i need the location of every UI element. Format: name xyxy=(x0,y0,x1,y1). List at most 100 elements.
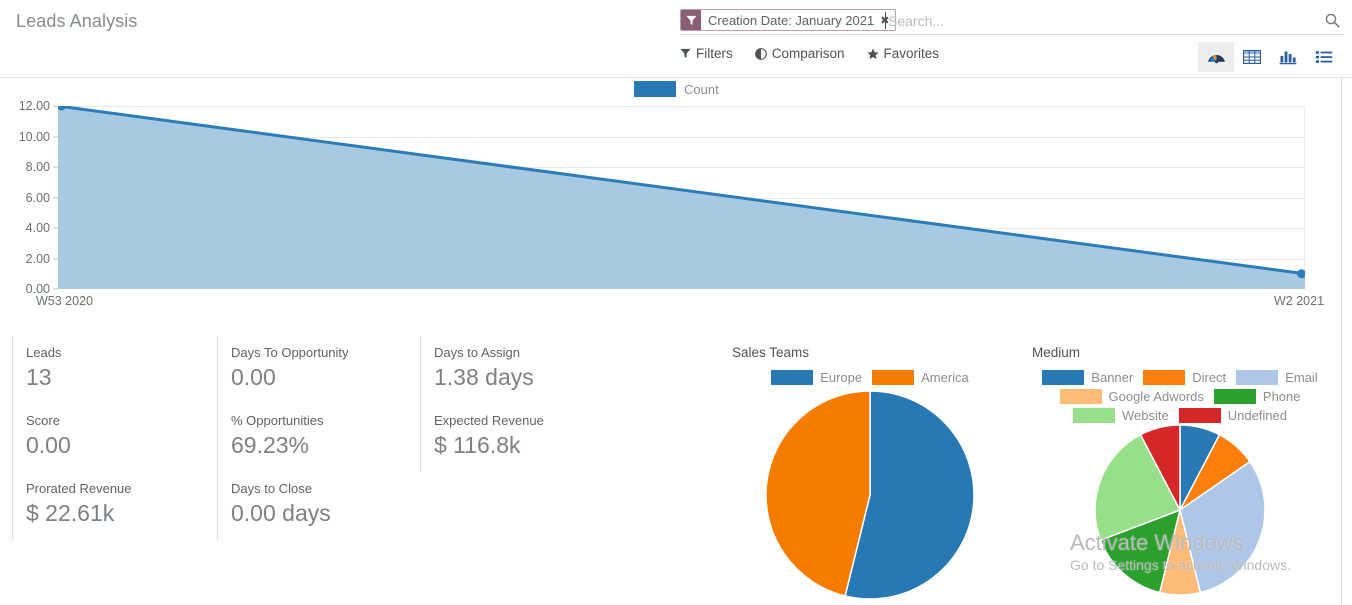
kpi-tile-value: 69.23% xyxy=(231,432,310,458)
kpi-tile[interactable]: Prorated Revenue $ 22.61k xyxy=(12,472,217,540)
legend-label-count[interactable]: Count xyxy=(684,82,719,97)
gauge-icon xyxy=(1207,48,1226,67)
legend-label: Phone xyxy=(1262,389,1301,404)
search-facet-label: Creation Date: January 2021 xyxy=(708,12,875,28)
legend-label: Google Adwords xyxy=(1108,389,1204,404)
y-axis-tick-label: 6.00 xyxy=(25,190,50,205)
kpi-tile-value: 0.00 days xyxy=(231,500,331,526)
view-button-dashboard[interactable] xyxy=(1198,42,1234,72)
area-series-count[interactable] xyxy=(58,106,1305,289)
legend-label: America xyxy=(921,370,969,385)
comparison-dropdown-button[interactable]: Comparison xyxy=(754,46,845,61)
legend-label: Europe xyxy=(820,370,863,385)
legend-item[interactable]: Europe xyxy=(771,370,862,385)
legend-label: Website xyxy=(1121,408,1169,423)
filters-label: Filters xyxy=(696,46,733,61)
medium-pie-panel: Medium Banner Direct Email Google Adwords Ph… xyxy=(1020,336,1340,605)
kpi-tile-value: $ 116.8k xyxy=(434,432,521,458)
kpi-tile-grid: Leads 13 Days To Opportunity 0.00 Days to As… xyxy=(12,336,712,540)
kpi-tile[interactable]: Days To Opportunity 0.00 xyxy=(217,336,420,404)
view-button-pivot[interactable] xyxy=(1234,42,1270,72)
kpi-tile[interactable]: Days to Close 0.00 days xyxy=(217,472,420,540)
kpi-tile-label: Days to Assign xyxy=(434,345,520,360)
search-facet-creation-date[interactable]: Creation Date: January 2021 ✖ xyxy=(680,9,897,31)
search-view[interactable]: Creation Date: January 2021 ✖ xyxy=(680,8,1344,35)
legend-item[interactable]: America xyxy=(872,370,969,385)
view-button-graph[interactable] xyxy=(1270,42,1306,72)
legend-swatch-count[interactable] xyxy=(634,81,676,97)
kpi-tile-value: 13 xyxy=(26,364,52,390)
legend-swatch xyxy=(1143,370,1186,385)
sales-teams-pie-chart[interactable] xyxy=(760,385,980,605)
kpi-tile-value: 0.00 xyxy=(231,364,276,390)
table-icon xyxy=(1243,49,1261,65)
legend-item[interactable]: Direct xyxy=(1143,370,1226,385)
legend-label: Undefined xyxy=(1227,408,1287,423)
kpi-tile-row: Leads 13 Days To Opportunity 0.00 Days to As… xyxy=(12,336,712,404)
legend-item[interactable]: Banner xyxy=(1042,370,1133,385)
view-button-list[interactable] xyxy=(1306,42,1342,72)
favorites-label: Favorites xyxy=(883,46,940,61)
leads-analysis-dashboard: Leads Analysis Creation Date: January 20… xyxy=(0,0,1352,605)
kpi-tile-label xyxy=(433,472,660,481)
legend-item[interactable]: Email xyxy=(1236,370,1318,385)
filter-icon xyxy=(681,10,701,30)
kpi-tile[interactable]: Score 0.00 xyxy=(12,404,217,472)
favorites-dropdown-button[interactable]: Favorites xyxy=(866,46,940,61)
kpi-tile-label: Prorated Revenue xyxy=(26,481,132,496)
kpi-tile-label: Leads xyxy=(26,345,62,360)
legend-swatch xyxy=(1042,370,1085,385)
search-dropdown-toggles: Filters Comparison Favorites xyxy=(680,46,939,61)
sales-teams-pie-panel: Sales Teams Europe America xyxy=(720,336,1020,605)
kpi-tile-row: Score 0.00 % Opportunities 69.23% Expected R… xyxy=(12,404,712,472)
legend-swatch xyxy=(771,370,814,385)
view-switcher xyxy=(1198,42,1342,72)
legend-swatch xyxy=(1178,408,1221,423)
y-axis-labels: 0.00 2.00 4.00 6.00 8.00 10.00 12.00 xyxy=(0,99,58,296)
kpi-tile-value: 0.00 xyxy=(26,432,71,458)
plot-area[interactable] xyxy=(58,106,1305,289)
medium-title: Medium xyxy=(1032,345,1081,360)
star-icon xyxy=(866,48,879,60)
y-axis-tick-label: 12.00 xyxy=(18,99,50,113)
kpi-tile-value xyxy=(433,481,660,485)
medium-pie-chart[interactable] xyxy=(1093,423,1267,597)
search-input[interactable] xyxy=(886,10,1326,31)
filters-dropdown-button[interactable]: Filters xyxy=(680,46,733,61)
area-fill xyxy=(58,106,1305,289)
kpi-tile-row: Prorated Revenue $ 22.61k Days to Close 0.0… xyxy=(12,472,712,540)
half-circle-icon xyxy=(754,47,767,60)
sales-teams-legend: Europe America xyxy=(720,360,1020,385)
legend-swatch xyxy=(1072,408,1115,423)
kpi-tile-label: % Opportunities xyxy=(231,413,324,428)
legend-label: Email xyxy=(1285,370,1318,385)
legend-swatch xyxy=(1236,370,1279,385)
search-options-bar: Filters Comparison Favorites xyxy=(0,42,1352,76)
legend-item[interactable]: Google Adwords xyxy=(1059,389,1204,404)
y-axis-tick-label: 10.00 xyxy=(18,129,50,144)
legend-swatch xyxy=(872,370,915,385)
x-axis-tick-label: W2 2021 xyxy=(1274,294,1325,308)
page-title: Leads Analysis xyxy=(16,11,138,31)
kpi-tile[interactable]: Leads 13 xyxy=(12,336,217,404)
right-scroll-rail[interactable] xyxy=(1341,78,1352,605)
kpi-tile[interactable]: Expected Revenue $ 116.8k xyxy=(420,404,660,472)
search-icon[interactable] xyxy=(1325,13,1340,32)
kpi-tile[interactable]: % Opportunities 69.23% xyxy=(217,404,420,472)
bar-chart-icon xyxy=(1279,49,1297,65)
kpi-tile-label: Days To Opportunity xyxy=(231,345,349,360)
kpi-tile-label: Expected Revenue xyxy=(434,413,544,428)
y-axis-tick-label: 4.00 xyxy=(25,221,50,235)
chart-legend: Count xyxy=(634,81,719,97)
legend-item[interactable]: Website xyxy=(1072,408,1169,423)
kpi-tile-label: Days to Close xyxy=(231,481,312,496)
x-axis-tick-label: W53 2020 xyxy=(36,294,93,308)
kpi-tile-value: 1.38 days xyxy=(434,364,534,390)
kpi-tile[interactable]: Days to Assign 1.38 days xyxy=(420,336,660,404)
medium-legend: Banner Direct Email Google Adwords Phone Webs… xyxy=(1020,360,1340,423)
legend-item[interactable]: Undefined xyxy=(1178,408,1287,423)
kpi-tile-label: Score xyxy=(26,413,60,428)
y-axis-tick-label: 2.00 xyxy=(25,251,50,266)
legend-item[interactable]: Phone xyxy=(1213,389,1301,404)
legend-swatch xyxy=(1213,389,1256,404)
